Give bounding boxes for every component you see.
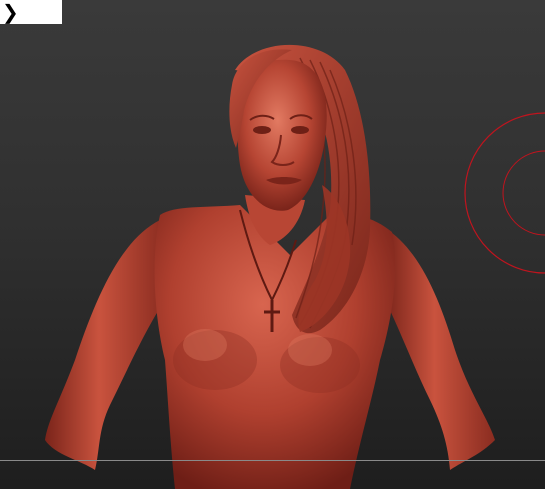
floor-grid-line [0, 460, 545, 461]
chest-highlight [288, 334, 332, 366]
sculpted-figure-model[interactable] [0, 0, 545, 489]
chest-highlight [183, 329, 227, 361]
eye-right [291, 126, 309, 134]
sculpt-viewport[interactable]: ❯ [0, 0, 545, 489]
left-arm [45, 220, 165, 470]
eye-left [253, 126, 271, 134]
right-arm [385, 228, 495, 470]
